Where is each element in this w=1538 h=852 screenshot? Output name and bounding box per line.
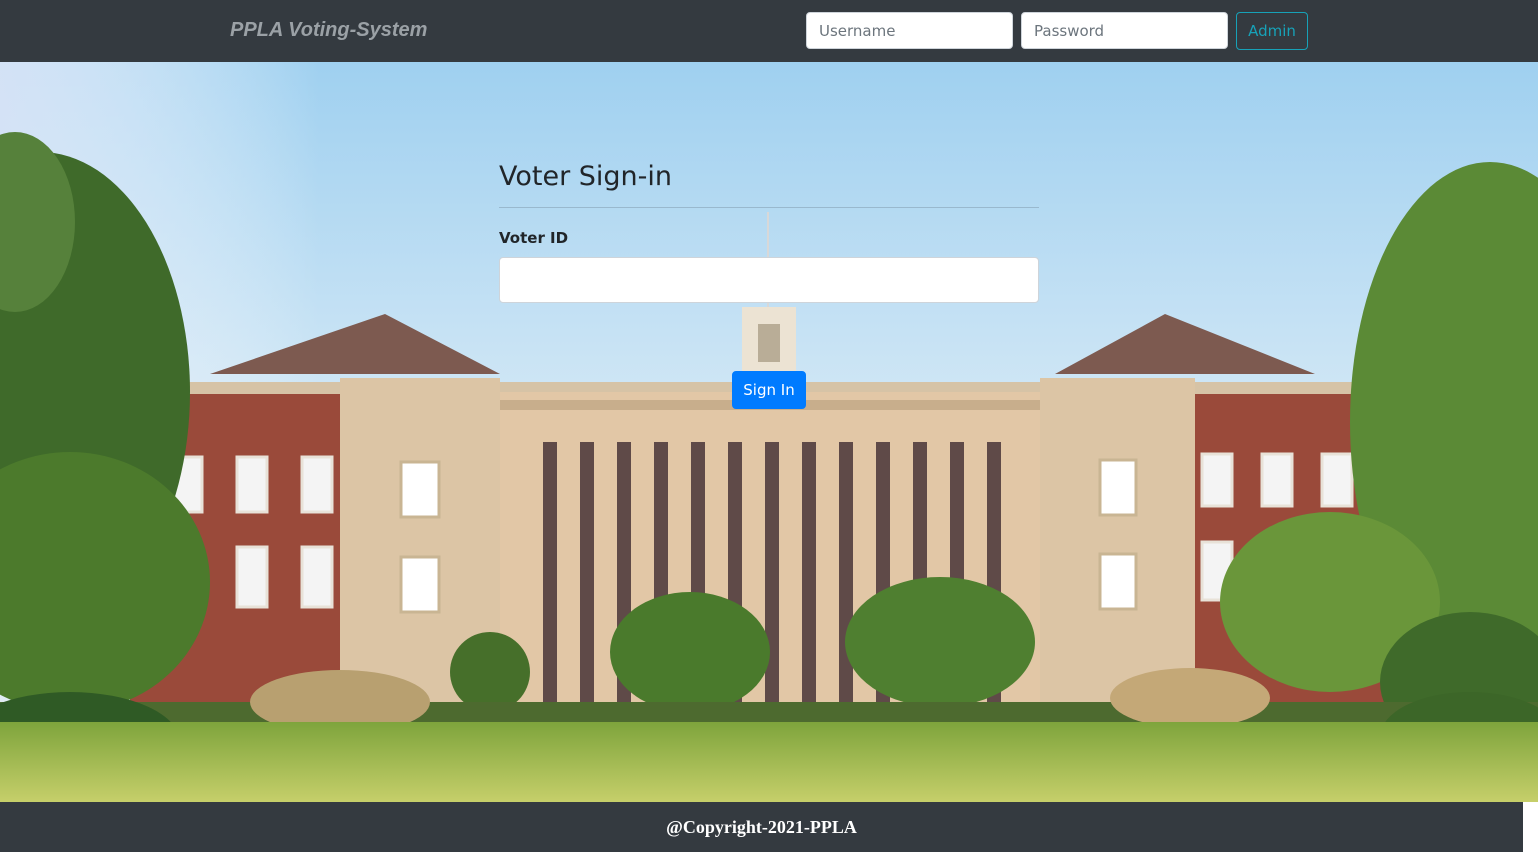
password-input[interactable] (1021, 12, 1228, 49)
top-navbar: PPLA Voting-System Admin (0, 0, 1538, 62)
sign-in-button[interactable]: Sign In (732, 371, 806, 409)
voter-id-input[interactable] (499, 257, 1039, 303)
title-divider (499, 207, 1039, 208)
footer-edge (1523, 802, 1538, 852)
brand-title[interactable]: PPLA Voting-System (230, 19, 427, 42)
username-input[interactable] (806, 12, 1013, 49)
voter-id-label: Voter ID (499, 229, 569, 247)
copyright-text: @Copyright-2021-PPLA (666, 817, 857, 837)
admin-login-button[interactable]: Admin (1236, 12, 1308, 50)
signin-title: Voter Sign-in (499, 161, 673, 192)
footer: @Copyright-2021-PPLA (0, 802, 1523, 852)
voter-signin-form: Voter Sign-in Voter ID (499, 161, 1039, 303)
